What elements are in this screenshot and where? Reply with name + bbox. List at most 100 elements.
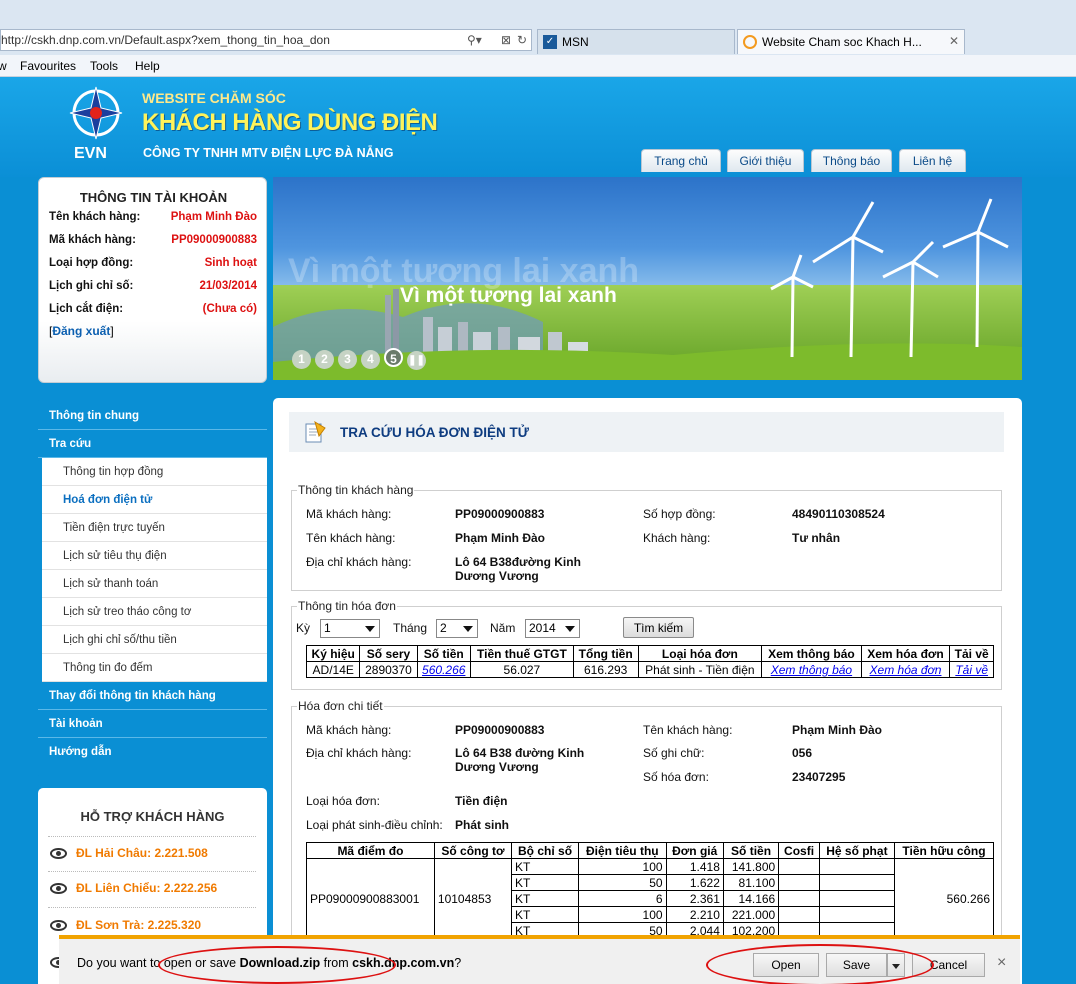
side-menu: Thông tin chung Tra cứu Thông tin hợp đồ… [38, 398, 267, 778]
menu-tien-dien-truc-tuyen[interactable]: Tiền điện trực tuyến [42, 514, 267, 542]
cell: 6 [578, 890, 667, 907]
download-bar: Do you want to open or save Download.zip… [59, 935, 1020, 984]
menu-huong-dan[interactable]: Hướng dẫn [38, 738, 267, 766]
invoice-number: 23407295 [792, 770, 846, 784]
nav-notices[interactable]: Thông báo [811, 149, 892, 172]
divider [48, 836, 256, 837]
nav-contact[interactable]: Liên hệ [899, 149, 966, 172]
slide-dot-active[interactable]: 5 [384, 348, 403, 367]
customer-name: Phạm Minh Đào [792, 723, 883, 737]
menu-lich-su-thanh-toan[interactable]: Lịch sử thanh toán [42, 570, 267, 598]
invoice-fieldset: Thông tin hóa đơn Kỳ 1 Tháng 2 Năm 2014 … [291, 599, 1002, 690]
column-header: Cosfi [778, 842, 820, 859]
cell [818, 906, 895, 923]
period-select[interactable]: 1 [320, 619, 380, 638]
customer-code: PP09000900883 [455, 723, 545, 737]
search-button[interactable]: Tìm kiếm [623, 617, 694, 638]
logout-wrap: [Đăng xuất] [49, 324, 114, 338]
column-header: Mã điểm đo [306, 842, 435, 859]
month-select[interactable]: 2 [436, 619, 478, 638]
evn-logo-icon [69, 86, 123, 140]
slide-dot[interactable]: 3 [338, 350, 357, 369]
address-bar[interactable]: http://cskh.dnp.com.vn/Default.aspx?xem_… [0, 29, 532, 51]
account-panel: THÔNG TIN TÀI KHOẢN Tên khách hàng: Phạm … [38, 177, 267, 383]
label: Mã khách hàng: [306, 507, 392, 521]
menu-tra-cuu[interactable]: Tra cứu [38, 430, 267, 458]
slide-dot[interactable]: 1 [292, 350, 311, 369]
label: Số hóa đơn: [643, 770, 709, 784]
view-invoice-link[interactable]: Xem hóa đơn [870, 663, 942, 677]
menu-thong-tin-chung[interactable]: Thông tin chung [38, 402, 267, 430]
menu-view[interactable]: w [0, 59, 7, 73]
menu-thong-tin-do-dem[interactable]: Thông tin đo đếm [42, 654, 267, 682]
invoice-type: Tiền điện [455, 794, 508, 808]
column-header: Hệ số phạt [818, 842, 895, 859]
menu-hoa-don-dien-tu[interactable]: Hoá đơn điện tử [42, 486, 267, 514]
nav-about[interactable]: Giới thiệu [727, 149, 804, 172]
label: Kỳ [296, 621, 311, 635]
customer-address: Lô 64 B38 đường Kinh [455, 746, 585, 760]
slide-dot[interactable]: 4 [361, 350, 380, 369]
cell [818, 858, 895, 875]
download-link[interactable]: Tải về [955, 663, 988, 677]
menu-tai-khoan[interactable]: Tài khoản [38, 710, 267, 738]
detail-table: Mã điểm đo Số công tơ Bộ chỉ số Điện tiê… [306, 842, 995, 939]
divider [48, 871, 256, 872]
logout-link[interactable]: Đăng xuất [52, 324, 110, 338]
site-favicon-icon [743, 35, 757, 49]
label: Năm [490, 621, 516, 635]
meter-number: 10104853 [433, 858, 513, 939]
column-header: Tổng tiền [572, 645, 639, 662]
tab-msn[interactable]: ✓ MSN [537, 29, 735, 54]
column-header: Xem hóa đơn [860, 645, 951, 662]
browser-chrome: http://cskh.dnp.com.vn/Default.aspx?xem_… [0, 0, 1076, 55]
cell: 50 [578, 874, 667, 891]
column-header: Xem thông báo [761, 645, 862, 662]
customer-address: Dương Vương [455, 569, 539, 583]
tab-cskh[interactable]: Website Cham soc Khach H... ✕ [737, 29, 965, 54]
customer-address: Dương Vương [455, 760, 539, 774]
column-header: Tiền hữu công [893, 842, 995, 859]
customer-address: Lô 64 B38đường Kinh [455, 555, 581, 569]
slide-dot[interactable]: 2 [315, 350, 334, 369]
table-row: AD/14E 2890370 560.266 56.027 616.293 Ph… [305, 661, 994, 678]
label: Mã khách hàng: [306, 723, 392, 737]
close-tab-icon[interactable]: ✕ [949, 34, 959, 48]
label: Địa chỉ khách hàng: [306, 746, 412, 760]
divider [48, 907, 256, 908]
cell [818, 874, 895, 891]
menu-thong-tin-hop-dong[interactable]: Thông tin hợp đồng [42, 458, 267, 486]
label: Số ghi chữ: [643, 746, 705, 760]
column-header: Số tiền [416, 645, 471, 662]
menu-lich-su-treo-thao[interactable]: Lịch sử treo tháo công tơ [42, 598, 267, 626]
support-item: ĐL Sơn Trà: 2.225.320 [50, 918, 201, 932]
menu-favourites[interactable]: Favourites [20, 59, 76, 73]
year-select[interactable]: 2014 [525, 619, 580, 638]
main-content: TRA CỨU HÓA ĐƠN ĐIỆN TỬ Thông tin khách … [273, 398, 1022, 984]
search-icon[interactable]: ⚲▾ [467, 33, 482, 47]
cell: 221.000 [722, 906, 780, 923]
compat-icon[interactable]: ⊠ [501, 33, 511, 47]
column-header: Điện tiêu thụ [578, 842, 667, 859]
menu-help[interactable]: Help [135, 59, 160, 73]
support-title: HỖ TRỢ KHÁCH HÀNG [80, 809, 225, 824]
menu-tools[interactable]: Tools [90, 59, 118, 73]
cell: KT [511, 906, 580, 923]
pause-icon[interactable]: ❚❚ [407, 351, 426, 370]
cell: 100 [578, 858, 667, 875]
menu-thay-doi-thong-tin[interactable]: Thay đổi thông tin khách hàng [38, 682, 267, 710]
site-tagline: WEBSITE CHĂM SÓC [142, 90, 286, 106]
refresh-icon[interactable]: ↻ [517, 33, 527, 47]
nav-home[interactable]: Trang chủ [641, 149, 721, 172]
address-text[interactable]: http://cskh.dnp.com.vn/Default.aspx?xem_… [1, 33, 461, 47]
contract-number: 48490110308524 [792, 507, 885, 521]
highlight-ellipse [158, 946, 396, 984]
menu-lich-ghi-chi-so[interactable]: Lịch ghi chỉ số/thu tiền [42, 626, 267, 654]
close-icon[interactable]: × [997, 954, 1006, 972]
label: Tên khách hàng: [306, 531, 396, 545]
highlight-ellipse [706, 944, 934, 984]
menu-lich-su-tieu-thu[interactable]: Lịch sử tiêu thụ điện [42, 542, 267, 570]
amount-link[interactable]: 560.266 [422, 663, 465, 677]
adjustment-type: Phát sinh [455, 818, 510, 832]
view-notice-link[interactable]: Xem thông báo [771, 663, 852, 677]
